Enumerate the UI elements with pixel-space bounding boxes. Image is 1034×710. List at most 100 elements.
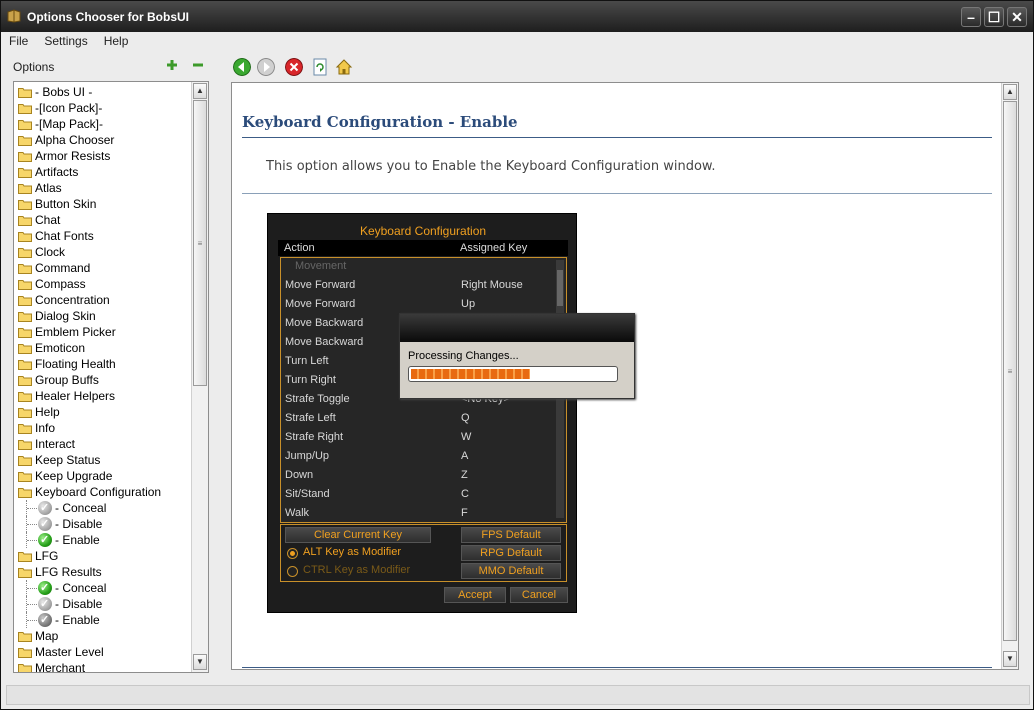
keybinding-row: Strafe Right W: [285, 431, 555, 450]
keybinding-action: Strafe Left: [285, 412, 336, 424]
alt-modifier-label: ALT Key as Modifier: [303, 546, 402, 558]
keybinding-action: Down: [285, 469, 314, 481]
options-tree[interactable]: - Bobs UI - -[Icon Pack]- -[Map Pack]- Alph…: [13, 81, 209, 673]
maximize-button[interactable]: ☐: [984, 7, 1004, 27]
folder-icon: [18, 88, 32, 98]
tree-subitem[interactable]: - Enable: [14, 532, 192, 548]
collapse-all-icon[interactable]: [193, 60, 203, 70]
app-icon: [7, 9, 21, 23]
content-scroll-up[interactable]: ▲: [1003, 84, 1017, 100]
tree-item[interactable]: Concentration: [14, 292, 192, 308]
content-scroll-thumb[interactable]: ≡: [1003, 101, 1017, 641]
menu-settings[interactable]: Settings: [36, 32, 95, 48]
scroll-up-button[interactable]: ▲: [193, 83, 207, 99]
tree-item-label: - Bobs UI -: [35, 85, 93, 99]
col-action: Action: [284, 242, 315, 254]
refresh-icon[interactable]: [311, 58, 329, 76]
tree-item[interactable]: Dialog Skin: [14, 308, 192, 324]
tree-item[interactable]: Emoticon: [14, 340, 192, 356]
tree-item[interactable]: LFG: [14, 548, 192, 564]
folder-icon: [18, 280, 32, 290]
disabled-check-icon: [38, 596, 52, 612]
menu-file[interactable]: File: [1, 32, 36, 48]
menu-help[interactable]: Help: [96, 32, 137, 48]
tree-item[interactable]: Healer Helpers: [14, 388, 192, 404]
folder-icon: [18, 568, 32, 578]
content-scroll-down[interactable]: ▼: [1003, 651, 1017, 667]
scroll-thumb[interactable]: ≡: [193, 100, 207, 386]
tree-item[interactable]: -[Icon Pack]-: [14, 100, 192, 116]
tree-item[interactable]: Alpha Chooser: [14, 132, 192, 148]
tree-item[interactable]: Info: [14, 420, 192, 436]
tree-item-label: Emblem Picker: [35, 325, 116, 339]
option-heading: Keyboard Configuration - Enable: [242, 113, 518, 131]
keybinding-row: Move Forward Right Mouse: [285, 279, 555, 298]
folder-icon: [18, 408, 32, 418]
tree-item[interactable]: Keyboard Configuration: [14, 484, 192, 500]
tree-item[interactable]: Chat: [14, 212, 192, 228]
tree-subitem[interactable]: - Disable: [14, 596, 192, 612]
tree-item[interactable]: LFG Results: [14, 564, 192, 580]
tree-item[interactable]: Master Level: [14, 644, 192, 660]
tree-item[interactable]: -[Map Pack]-: [14, 116, 192, 132]
tree-item[interactable]: Merchant: [14, 660, 192, 672]
tree-item[interactable]: Armor Resists: [14, 148, 192, 164]
content-scrollbar[interactable]: ▲ ≡ ▼: [1001, 83, 1018, 669]
tree-item[interactable]: Command: [14, 260, 192, 276]
folder-icon: [18, 168, 32, 178]
cancel-icon[interactable]: [285, 58, 303, 76]
keybinding-row: Strafe Left Q: [285, 412, 555, 431]
rpg-default-button: RPG Default: [461, 545, 561, 561]
tree-item-label: - Disable: [55, 517, 103, 531]
disabled-check-icon: [38, 500, 52, 516]
tree-subitem[interactable]: - Conceal: [14, 500, 192, 516]
folder-icon: [18, 216, 32, 226]
title-bar[interactable]: Options Chooser for BobsUI – ☐ ✕: [1, 1, 1033, 32]
tree-item-label: Keep Status: [35, 453, 101, 467]
tree-item[interactable]: Button Skin: [14, 196, 192, 212]
tree-item[interactable]: Map: [14, 628, 192, 644]
expand-all-icon[interactable]: [167, 60, 177, 70]
tree-item[interactable]: Compass: [14, 276, 192, 292]
keybinding-action: Jump/Up: [285, 450, 330, 462]
keybinding-action: Movement: [295, 260, 347, 272]
tree-item-label: -[Icon Pack]-: [35, 101, 103, 115]
tree-item[interactable]: Chat Fonts: [14, 228, 192, 244]
forward-icon[interactable]: [257, 58, 275, 76]
tree-item[interactable]: - Bobs UI -: [14, 84, 192, 100]
home-icon[interactable]: [335, 58, 353, 76]
tree-item-label: Keyboard Configuration: [35, 485, 162, 499]
status-bar: [6, 685, 1030, 705]
tree-subitem[interactable]: - Enable: [14, 612, 192, 628]
tree-item[interactable]: Group Buffs: [14, 372, 192, 388]
keybinding-row: Jump/Up A: [285, 450, 555, 469]
tree-item-label: - Conceal: [55, 501, 107, 515]
tree-item[interactable]: Artifacts: [14, 164, 192, 180]
minimize-button[interactable]: –: [961, 7, 981, 27]
tree-item[interactable]: Keep Upgrade: [14, 468, 192, 484]
tree-scrollbar[interactable]: ▲ ≡ ▼: [191, 82, 208, 672]
tree-item[interactable]: Floating Health: [14, 356, 192, 372]
keybinding-key: F: [461, 507, 468, 519]
description-divider: [242, 193, 992, 194]
folder-icon: [18, 440, 32, 450]
back-icon[interactable]: [233, 58, 251, 76]
tree-subitem[interactable]: - Conceal: [14, 580, 192, 596]
scroll-down-button[interactable]: ▼: [193, 654, 207, 670]
folder-icon: [18, 136, 32, 146]
tree-item[interactable]: Interact: [14, 436, 192, 452]
tree-item[interactable]: Keep Status: [14, 452, 192, 468]
ctrl-radio: [287, 566, 298, 577]
keybinding-action: Turn Right: [285, 374, 336, 386]
tree-item[interactable]: Help: [14, 404, 192, 420]
progress-bar: [408, 366, 618, 382]
tree-item-label: Map: [35, 629, 59, 643]
tree-item[interactable]: Emblem Picker: [14, 324, 192, 340]
close-window-button[interactable]: ✕: [1007, 7, 1027, 27]
tree-subitem[interactable]: - Disable: [14, 516, 192, 532]
folder-icon: [18, 488, 32, 498]
tree-item[interactable]: Atlas: [14, 180, 192, 196]
folder-icon: [18, 456, 32, 466]
tree-item-label: Compass: [35, 277, 86, 291]
tree-item[interactable]: Clock: [14, 244, 192, 260]
